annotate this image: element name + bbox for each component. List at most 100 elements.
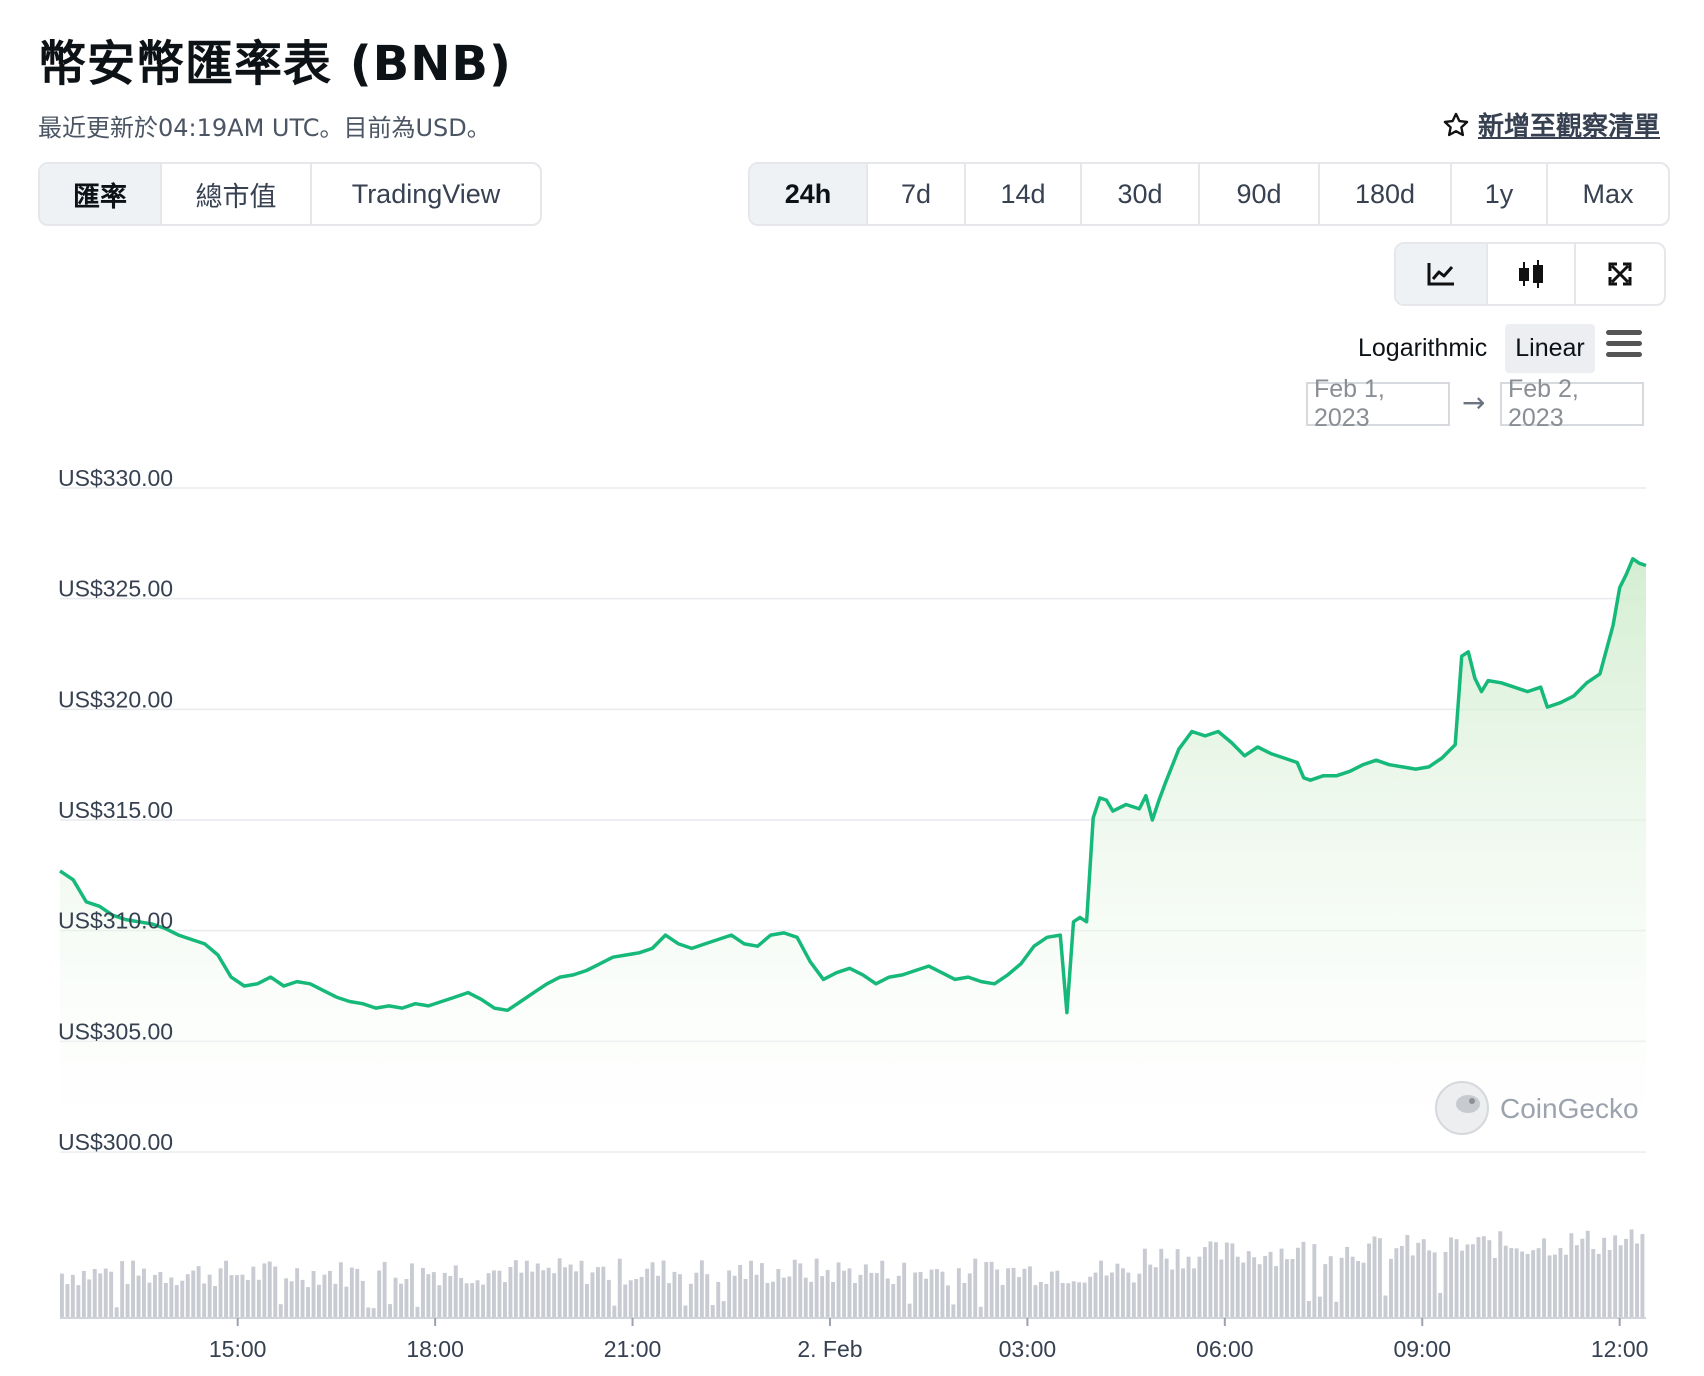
volume-bar [196, 1266, 201, 1318]
volume-bar [1115, 1263, 1120, 1318]
volume-bar [1246, 1251, 1251, 1318]
volume-bar [754, 1274, 759, 1318]
volume-bar [207, 1274, 212, 1318]
volume-bar [81, 1270, 86, 1318]
volume-bar [169, 1277, 174, 1318]
volume-bar [880, 1260, 885, 1318]
volume-bar [1345, 1246, 1350, 1318]
volume-bar [1509, 1248, 1514, 1318]
volume-bar [311, 1271, 316, 1318]
volume-bar [705, 1274, 710, 1318]
volume-bar [349, 1267, 354, 1318]
volume-bar [92, 1269, 97, 1318]
volume-bar [273, 1266, 278, 1318]
volume-bar [798, 1263, 803, 1318]
volume-bar [951, 1304, 956, 1318]
volume-bar [1049, 1271, 1054, 1318]
x-tick-label: 03:00 [999, 1336, 1057, 1362]
volume-bar [426, 1274, 431, 1318]
volume-bar [76, 1285, 81, 1318]
x-tick-label: 12:00 [1591, 1336, 1649, 1362]
volume-bar [568, 1264, 573, 1318]
x-tick-label: 06:00 [1196, 1336, 1254, 1362]
volume-bar [393, 1277, 398, 1318]
volume-bar [1131, 1282, 1136, 1318]
volume-bar [1088, 1276, 1093, 1318]
volume-bar [656, 1275, 660, 1318]
volume-bar [1268, 1251, 1273, 1318]
volume-bar [847, 1268, 852, 1318]
volume-bar [1443, 1251, 1448, 1318]
volume-bar [1153, 1267, 1158, 1318]
volume-bar [907, 1303, 912, 1318]
volume-bar [136, 1275, 141, 1318]
volume-bar [442, 1272, 447, 1318]
volume-bar [940, 1271, 945, 1318]
volume-bar [710, 1305, 715, 1318]
volume-bar [541, 1270, 546, 1318]
volume-bar [896, 1275, 901, 1318]
volume-bar [623, 1284, 628, 1318]
volume-bar [224, 1260, 228, 1318]
volume-bar [399, 1283, 403, 1318]
volume-bar [978, 1306, 983, 1318]
volume-bar [1033, 1285, 1038, 1318]
volume-bar [1126, 1272, 1131, 1318]
volume-bar [1596, 1253, 1601, 1318]
volume-bar [606, 1279, 611, 1318]
volume-bar [1328, 1256, 1333, 1318]
volume-bar [552, 1273, 557, 1318]
volume-bar [891, 1284, 896, 1318]
volume-bar [557, 1258, 562, 1318]
volume-bar [1399, 1245, 1404, 1318]
volume-bar [278, 1304, 283, 1318]
x-tick-label: 18:00 [406, 1336, 464, 1362]
volume-bar [1350, 1256, 1355, 1318]
volume-bar [902, 1262, 907, 1318]
volume-bar [792, 1259, 797, 1318]
volume-bar [229, 1275, 234, 1318]
volume-bar [678, 1274, 682, 1318]
volume-bar [437, 1285, 442, 1318]
y-tick-label: US$325.00 [58, 576, 173, 602]
volume-bar [1520, 1251, 1525, 1318]
volume-bar [1093, 1272, 1098, 1318]
volume-bar [382, 1261, 387, 1318]
volume-bar [508, 1267, 513, 1318]
volume-bar [1066, 1283, 1071, 1318]
volume-bar [842, 1270, 846, 1318]
volume-bar [1000, 1284, 1005, 1318]
volume-bar [639, 1276, 644, 1318]
volume-bar [267, 1261, 272, 1318]
volume-bar [1438, 1292, 1443, 1318]
volume-bar [1306, 1301, 1311, 1318]
volume-bar [1618, 1245, 1623, 1318]
volume-bar [601, 1266, 606, 1318]
volume-bar [1323, 1264, 1328, 1318]
volume-bar [1405, 1235, 1410, 1318]
volume-bar [431, 1272, 436, 1318]
y-tick-label: US$330.00 [58, 465, 173, 491]
volume-bar [344, 1286, 349, 1318]
volume-bar [836, 1262, 841, 1318]
volume-bar [973, 1258, 978, 1318]
volume-bar [1591, 1249, 1596, 1318]
volume-bar [513, 1260, 518, 1318]
volume-bar [464, 1283, 469, 1318]
volume-bar [371, 1308, 376, 1318]
volume-bar [355, 1268, 360, 1318]
volume-bar [721, 1301, 726, 1318]
volume-bar [1514, 1248, 1519, 1318]
volume-bar [1465, 1244, 1470, 1318]
volume-bar [1531, 1250, 1536, 1318]
volume-bar [453, 1265, 458, 1318]
volume-bar [935, 1269, 939, 1318]
volume-bar [1312, 1244, 1317, 1318]
volume-bar [1235, 1256, 1240, 1318]
volume-bar [1553, 1254, 1557, 1318]
volume-bar [415, 1306, 420, 1318]
volume-bar [688, 1283, 693, 1318]
volume-bar [1317, 1296, 1322, 1318]
volume-bar [1547, 1255, 1552, 1318]
volume-bar [1334, 1301, 1339, 1318]
